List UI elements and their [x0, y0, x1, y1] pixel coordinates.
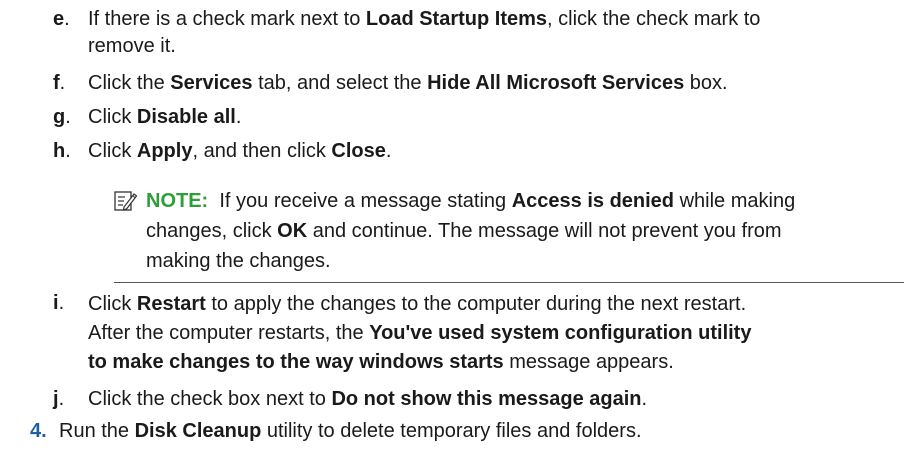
step-letter: j.: [53, 388, 65, 410]
step-letter: g.: [53, 106, 71, 128]
note-pencil-icon: [114, 191, 138, 211]
step-letter: h.: [53, 140, 71, 162]
step-letter: e.: [53, 8, 70, 30]
step-text: Click Apply, and then click Close.: [88, 140, 392, 162]
step-text: Run the Disk Cleanup utility to delete t…: [59, 420, 642, 442]
step-text: Click Disable all.: [88, 106, 242, 128]
step-number: 4.: [30, 420, 47, 442]
note-label: NOTE:: [146, 190, 209, 212]
step-text: If there is a check mark next to Load St…: [88, 8, 761, 57]
note-divider: [114, 282, 904, 283]
step-text: Click the Services tab, and select the H…: [88, 72, 728, 94]
step-letter: f.: [53, 72, 66, 94]
step-letter: i.: [53, 292, 65, 314]
document-page: e. If there is a check mark next to Load…: [0, 0, 907, 456]
step-text: Click the check box next to Do not show …: [88, 388, 648, 410]
step-text: Click Restart to apply the changes to th…: [88, 293, 752, 373]
note-text: NOTE: If you receive a message stating A…: [146, 190, 796, 272]
